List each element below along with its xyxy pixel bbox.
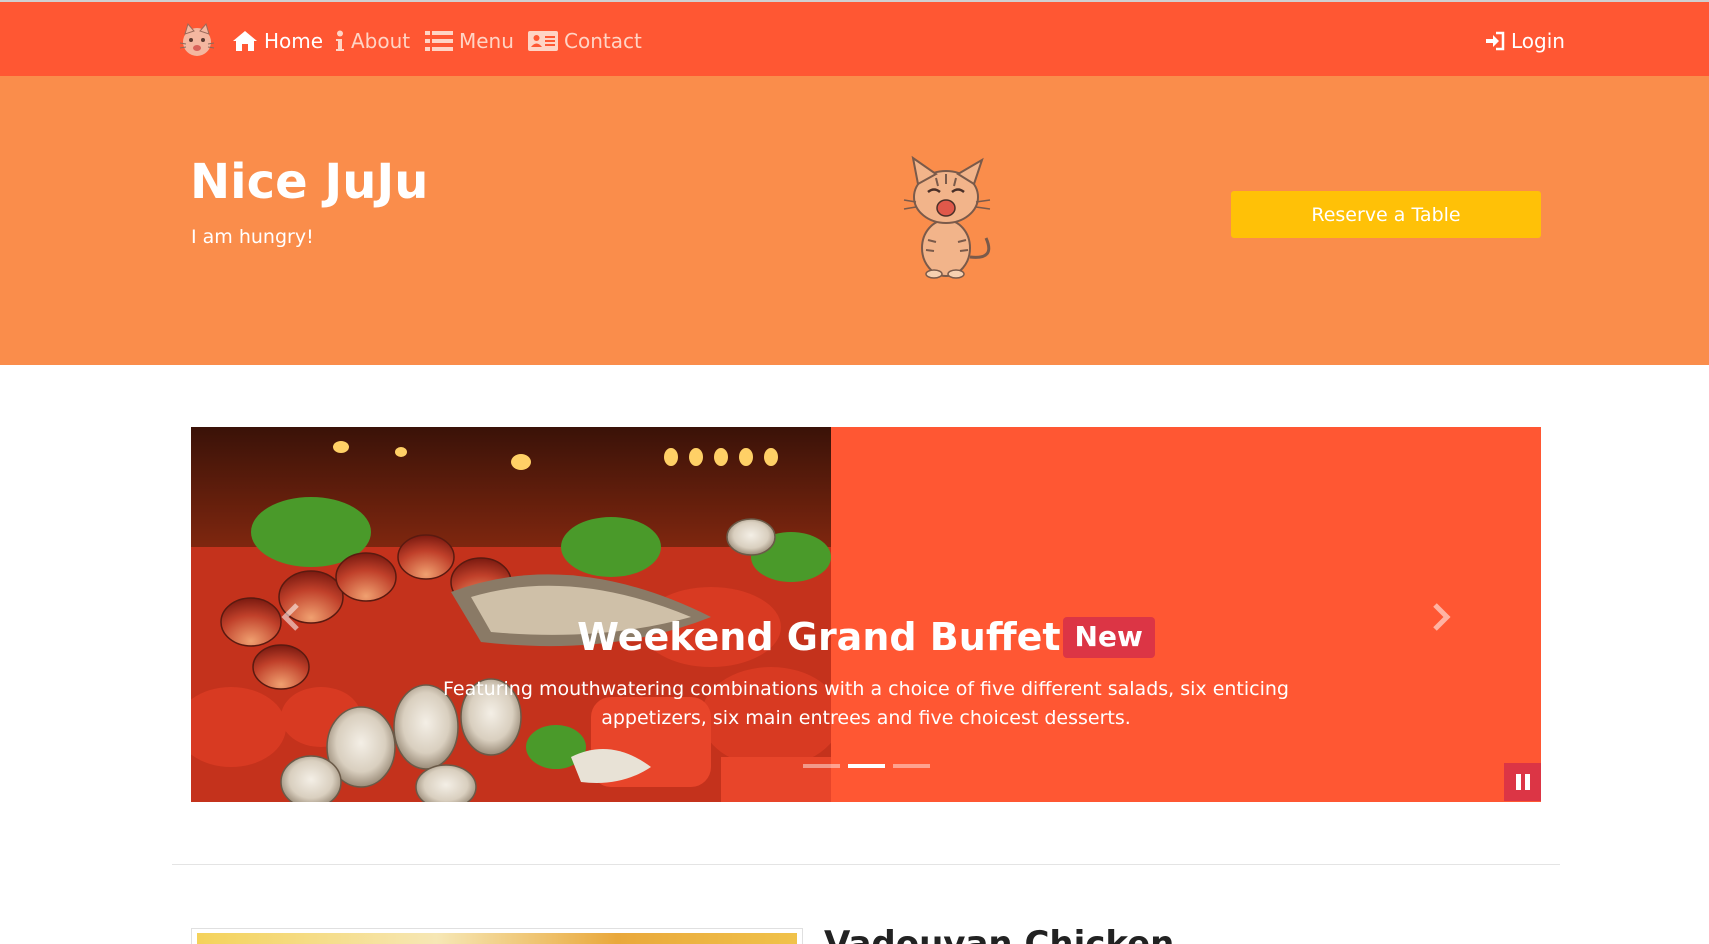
sign-in-icon — [1485, 31, 1505, 51]
kitten-illustration-icon — [898, 152, 998, 282]
info-icon — [335, 30, 345, 52]
carousel-indicator-1[interactable] — [802, 764, 840, 768]
slide-title-text: Weekend Grand Buffet — [577, 615, 1061, 659]
nav-contact-label: Contact — [564, 29, 642, 53]
dish-heading-text: Vadouvan Chicken — [824, 928, 1174, 944]
section-divider — [172, 864, 1560, 865]
nav-menu-label: Menu — [459, 29, 514, 53]
slide-title: Weekend Grand Buffet New — [191, 615, 1541, 659]
carousel-next-button[interactable] — [1425, 597, 1455, 637]
nav-contact-link[interactable]: Contact — [528, 26, 642, 56]
dish-image — [191, 928, 803, 944]
nav-menu-link[interactable]: Menu — [425, 26, 514, 56]
dish-heading: Vadouvan Chicken — [824, 928, 1174, 944]
home-icon — [232, 30, 258, 52]
nav-about-label: About — [351, 29, 411, 53]
hero-banner: Nice JuJu I am hungry! Reserve a Table — [0, 76, 1709, 365]
promo-carousel: Weekend Grand Buffet New Featuring mouthw… — [191, 427, 1541, 802]
nav-about-link[interactable]: About — [335, 26, 410, 56]
carousel-indicators — [191, 764, 1541, 768]
pause-icon-bar-right — [1524, 774, 1530, 790]
chevron-right-icon — [1433, 603, 1451, 631]
carousel-pause-button[interactable] — [1504, 763, 1541, 801]
pause-icon-bar-left — [1515, 774, 1521, 790]
slide-description: Featuring mouthwatering combinations wit… — [443, 678, 1289, 729]
hero-title: Nice JuJu — [190, 154, 429, 210]
nav-home-label: Home — [264, 29, 324, 53]
login-link[interactable]: Login — [1485, 26, 1565, 56]
carousel-indicator-3[interactable] — [892, 764, 930, 768]
address-card-icon — [528, 30, 558, 52]
hero-subtitle: I am hungry! — [191, 226, 314, 248]
login-label: Login — [1511, 29, 1565, 53]
list-icon — [425, 30, 453, 52]
carousel-indicator-2[interactable] — [847, 764, 885, 768]
kitten-logo-icon[interactable] — [178, 22, 216, 60]
nav-home-link[interactable]: Home — [232, 26, 323, 56]
reserve-table-button[interactable]: Reserve a Table — [1231, 191, 1541, 238]
new-badge: New — [1062, 617, 1155, 658]
navbar: Home About Menu Contact Login — [0, 2, 1709, 76]
